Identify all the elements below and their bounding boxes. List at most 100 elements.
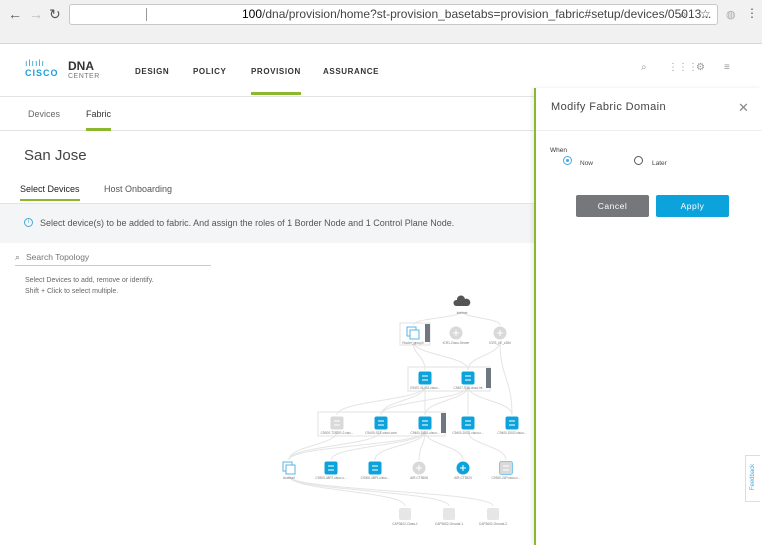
topology-canvas[interactable]: Internet Router_group0 ICR1-Cisco-Server IC… — [0, 270, 534, 545]
nav-design[interactable]: DESIGN — [135, 67, 169, 76]
access-point-icon — [443, 508, 455, 520]
search-topology[interactable]: ⌕ — [15, 252, 211, 266]
topology-node-ap2[interactable]: CAP3602-Ground-1 — [435, 508, 463, 526]
logo-sub: CENTER — [68, 73, 100, 80]
page-title: San Jose — [24, 147, 87, 164]
switch-icon — [418, 416, 432, 430]
url-text: 100/dna/provision/home?st-provision_base… — [242, 7, 712, 21]
switch-icon — [330, 416, 344, 430]
extension-icon[interactable]: ◍ — [726, 8, 736, 21]
feedback-label: Feedback — [750, 463, 756, 491]
subtab-select-devices[interactable]: Select Devices — [20, 184, 80, 201]
node-label: CAP3602-Class-1 — [392, 522, 418, 526]
switch-icon — [461, 416, 475, 430]
device-group-icon — [285, 464, 296, 475]
node-label: C9400-D021.cisco.c... — [452, 431, 483, 435]
topology-link — [467, 340, 501, 371]
bookmark-star-icon[interactable]: ☆ — [700, 5, 711, 24]
when-label: When — [550, 147, 567, 154]
reload-icon[interactable]: ↻ — [49, 6, 61, 23]
info-text: Select device(s) to be added to fabric. … — [40, 218, 455, 228]
switch-icon — [418, 371, 432, 385]
topology-node-s7[interactable]: C9400-D002.cisco... — [498, 416, 527, 436]
topology-node-a5[interactable]: C9300-24P.cisco.c... — [492, 461, 521, 481]
topology-node-ag[interactable]: Access0 — [282, 461, 296, 480]
expand-handle — [425, 324, 430, 342]
topology-node-a3[interactable]: AIR-CT5508 — [410, 461, 428, 481]
node-label: C9407-S1A.cisco.int — [454, 386, 483, 390]
apps-grid-icon[interactable]: ⋮⋮⋮ — [668, 62, 698, 73]
menu-kebab-icon[interactable]: ⋮ — [746, 6, 758, 20]
topology-link — [461, 310, 501, 326]
tabs: Devices Fabric — [0, 97, 534, 131]
device-group-icon — [409, 329, 420, 340]
tab-fabric[interactable]: Fabric — [86, 109, 112, 131]
topology-node-s6[interactable]: C9400-D021.cisco.c... — [452, 416, 484, 436]
node-label: Internet — [457, 311, 468, 315]
topology-node-a1[interactable]: C9300-48P2.cisco.c... — [315, 461, 347, 481]
node-label: C9407-SL-B2.cisco... — [410, 386, 440, 390]
node-label: ICR1-Cisco-Server — [443, 341, 471, 345]
switch-icon — [505, 416, 519, 430]
feedback-tab[interactable]: Feedback — [745, 455, 760, 502]
browser-toolbar: ← → ↻ 100/dna/provision/home?st-provisio… — [0, 0, 762, 44]
node-label: C9400-S1E.cisco.com — [365, 431, 397, 435]
switch-icon — [499, 461, 513, 475]
cisco-bars-icon: ılıılı — [25, 58, 46, 68]
apply-button[interactable]: Apply — [656, 195, 729, 217]
radio-now[interactable] — [563, 156, 572, 165]
topology-node-ap3[interactable]: CAP3602-Ground-2 — [479, 508, 507, 526]
radio-later[interactable] — [634, 156, 643, 165]
node-label: C9400-D001.cisco... — [411, 431, 440, 435]
address-bar[interactable]: 100/dna/provision/home?st-provision_base… — [69, 4, 718, 25]
info-icon: i — [24, 218, 33, 227]
topology-node-internet[interactable]: Internet — [453, 295, 471, 315]
cancel-button[interactable]: Cancel — [576, 195, 649, 217]
node-label: AIR-CT5520 — [454, 476, 472, 480]
logo-brand: CISCO — [25, 68, 59, 78]
info-banner: i Select device(s) to be added to fabric… — [0, 204, 534, 243]
close-icon[interactable]: ✕ — [738, 100, 749, 116]
subtab-host-onboarding[interactable]: Host Onboarding — [104, 184, 172, 194]
topology-node-r1[interactable]: ICR1-Cisco-Server — [443, 326, 471, 346]
logo-product: DNA — [68, 59, 94, 73]
search-topology-input[interactable] — [26, 252, 206, 262]
list-icon[interactable]: ≡ — [724, 62, 730, 73]
gear-icon[interactable]: ⚙ — [696, 62, 705, 73]
modify-fabric-domain-panel: Modify Fabric Domain ✕ When Now Later Ca… — [534, 88, 762, 545]
expand-handle — [486, 368, 491, 388]
node-label: CAP3602-Ground-1 — [435, 522, 463, 526]
node-label: Router_group0 — [402, 341, 423, 345]
topology-node-a2[interactable]: C9300-48P1.cisco... — [361, 461, 390, 481]
node-label: C9300-48P1.cisco... — [361, 476, 390, 480]
radio-now-label[interactable]: Now — [580, 160, 593, 167]
divider — [536, 130, 762, 131]
topology-node-ap1[interactable]: CAP3602-Class-1 — [392, 508, 418, 526]
topology-link — [467, 430, 507, 461]
tab-devices[interactable]: Devices — [28, 109, 60, 119]
back-icon[interactable]: ← — [8, 6, 22, 22]
cisco-dna-logo[interactable]: ılıılı CISCO DNA CENTER — [25, 58, 99, 81]
zoom-icon[interactable]: ⌕ — [680, 5, 687, 24]
nav-provision[interactable]: PROVISION — [251, 67, 301, 95]
search-icon: ⌕ — [15, 252, 21, 262]
topology-node-r2[interactable]: ICR3_LE_x284 — [489, 326, 511, 346]
access-point-icon — [399, 508, 411, 520]
forward-icon[interactable]: → — [29, 6, 43, 22]
search-icon[interactable]: ⌕ — [641, 62, 647, 73]
node-label: C9300-T2SDR-2.cisc... — [321, 431, 354, 435]
node-label: AIR-CT5508 — [410, 476, 428, 480]
node-label: C9300-24P.cisco.c... — [492, 476, 521, 480]
radio-later-label[interactable]: Later — [652, 160, 667, 167]
node-label: C9400-D002.cisco... — [498, 431, 527, 435]
switch-icon — [368, 461, 382, 475]
nav-policy[interactable]: POLICY — [193, 67, 226, 76]
panel-title: Modify Fabric Domain — [551, 101, 666, 113]
node-label: C9300-48P2.cisco.c... — [315, 476, 346, 480]
node-label: ICR3_LE_x284 — [489, 341, 511, 345]
switch-icon — [374, 416, 388, 430]
nav-assurance[interactable]: ASSURANCE — [323, 67, 379, 76]
topology-node-a4[interactable]: AIR-CT5520 — [454, 461, 472, 481]
node-label: Access0 — [283, 476, 295, 480]
node-label: CAP3602-Ground-2 — [479, 522, 507, 526]
